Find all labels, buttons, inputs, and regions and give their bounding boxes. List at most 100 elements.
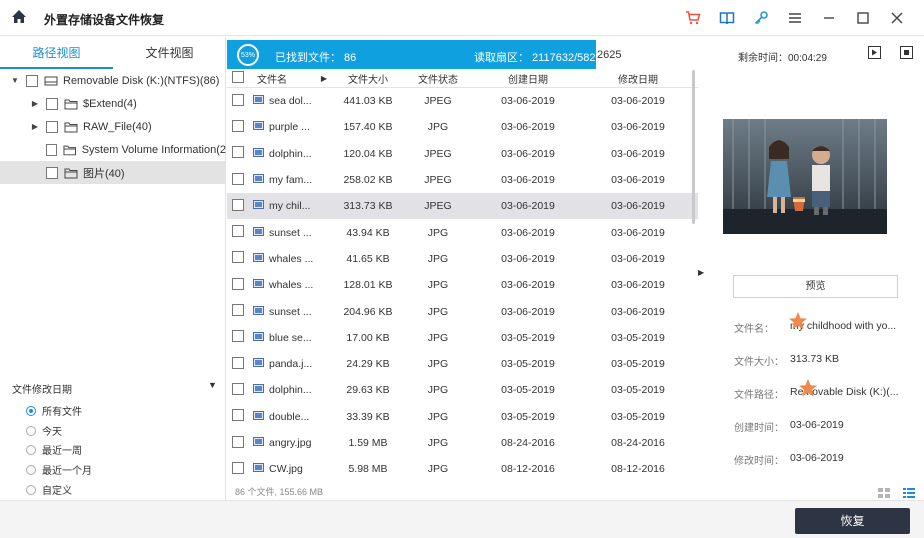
cell-modified: 03-05-2019: [611, 331, 665, 344]
chevron-down-icon[interactable]: ▼: [10, 76, 20, 86]
cell-status: JPG: [427, 463, 449, 476]
row-checkbox[interactable]: [232, 251, 244, 264]
row-checkbox[interactable]: [232, 356, 244, 369]
row-checkbox[interactable]: [232, 225, 244, 238]
cell-created: 03-06-2019: [501, 279, 555, 292]
column-header-name[interactable]: 文件名 ▶: [253, 71, 333, 86]
row-checkbox[interactable]: [232, 277, 244, 290]
tree-item-drive[interactable]: ▼ Removable Disk (K:)(NTFS)(86): [0, 69, 226, 92]
column-header-modified[interactable]: 修改日期: [583, 71, 693, 86]
cell-modified: 03-06-2019: [611, 200, 665, 213]
folder-tree: ▼ Removable Disk (K:)(NTFS)(86) ▶ $Exten…: [0, 69, 226, 184]
row-checkbox[interactable]: [232, 304, 244, 317]
filter-option-month[interactable]: 最近一个月: [26, 462, 92, 477]
row-checkbox[interactable]: [232, 146, 244, 159]
tree-item-raw-file[interactable]: ▶ RAW_File(40): [0, 115, 226, 138]
preview-button[interactable]: 预览: [733, 275, 898, 298]
cell-size: 17.00 KB: [346, 331, 390, 344]
cell-name: CW.jpg: [269, 463, 303, 476]
table-row[interactable]: purple ... 157.40 KB JPG 03-06-2019 03-06-20…: [227, 114, 698, 140]
table-row[interactable]: my chil... 313.73 KB JPEG 03-06-2019 03-06-2…: [227, 193, 698, 220]
filter-option-today[interactable]: 今天: [26, 423, 62, 438]
cell-name: sea dol...: [269, 95, 312, 108]
list-view-icon[interactable]: [903, 488, 915, 498]
scan-progress: 53% 已找到文件： 86 读取扇区： 2117632/5827 2625: [227, 40, 698, 69]
menu-icon[interactable]: [778, 6, 812, 30]
stop-button[interactable]: [900, 46, 913, 59]
minimize-icon[interactable]: [812, 6, 846, 30]
row-checkbox[interactable]: [232, 461, 244, 474]
checkbox[interactable]: [46, 120, 58, 133]
table-row[interactable]: blue se... 17.00 KB JPG 03-05-2019 03-05-201…: [227, 325, 698, 351]
select-all-checkbox[interactable]: [232, 70, 244, 83]
sort-arrow-icon[interactable]: ▶: [321, 74, 327, 83]
checkbox[interactable]: [45, 143, 58, 156]
row-checkbox[interactable]: [232, 93, 244, 106]
radio[interactable]: [26, 425, 36, 436]
cell-size: 43.94 KB: [346, 226, 390, 239]
cell-name: sunset ...: [269, 226, 312, 239]
table-row[interactable]: my fam... 258.02 KB JPEG 03-06-2019 03-06-20…: [227, 167, 698, 193]
row-checkbox[interactable]: [232, 198, 244, 211]
cell-modified: 03-06-2019: [611, 279, 665, 292]
cell-created: 08-12-2016: [501, 463, 555, 476]
table-row[interactable]: double... 33.39 KB JPG 03-05-2019 03-05-2019: [227, 404, 698, 430]
tree-item-extend[interactable]: ▶ $Extend(4): [0, 92, 226, 115]
checkbox[interactable]: [46, 166, 58, 179]
table-row[interactable]: sunset ... 43.94 KB JPG 03-06-2019 03-06-201…: [227, 219, 698, 245]
table-row[interactable]: CW.jpg 5.98 MB JPG 08-12-2016 08-12-2016: [227, 456, 698, 482]
cell-modified: 03-05-2019: [611, 410, 665, 423]
row-checkbox[interactable]: [232, 330, 244, 343]
cart-icon[interactable]: [676, 6, 710, 30]
tree-item-pictures[interactable]: 图片(40): [0, 161, 226, 184]
book-icon[interactable]: [710, 6, 744, 30]
table-row[interactable]: whales ... 41.65 KB JPG 03-06-2019 03-06-201…: [227, 246, 698, 272]
recover-button[interactable]: 恢复: [795, 508, 910, 534]
cell-size: 258.02 KB: [343, 174, 393, 187]
cell-name: sunset ...: [269, 305, 312, 318]
filter-option-custom[interactable]: 自定义: [26, 482, 72, 497]
radio[interactable]: [26, 405, 36, 416]
tree-item-system-volume[interactable]: System Volume Information(2: [0, 138, 226, 161]
table-scrollbar[interactable]: [692, 70, 695, 224]
file-name-label: 文件名：: [734, 324, 774, 335]
tab-path-view[interactable]: 路径视图: [0, 37, 113, 69]
checkbox[interactable]: [46, 97, 58, 110]
title-bar: 外置存储设备文件恢复: [0, 0, 924, 36]
play-button[interactable]: [868, 46, 881, 59]
column-header-size[interactable]: 文件大小: [333, 71, 403, 86]
chevron-down-icon[interactable]: ▼: [208, 380, 217, 390]
close-icon[interactable]: [880, 6, 914, 30]
row-checkbox[interactable]: [232, 409, 244, 422]
chevron-right-icon[interactable]: ▶: [30, 122, 40, 132]
filter-option-week[interactable]: 最近一周: [26, 442, 82, 457]
row-checkbox[interactable]: [232, 435, 244, 448]
home-icon[interactable]: [10, 8, 28, 26]
radio[interactable]: [26, 464, 36, 475]
image-file-icon: [253, 121, 264, 131]
chevron-right-icon[interactable]: ▶: [30, 99, 40, 109]
column-header-status[interactable]: 文件状态: [403, 71, 473, 86]
radio[interactable]: [26, 444, 36, 455]
table-row[interactable]: dolphin... 29.63 KB JPG 03-05-2019 03-05-201…: [227, 377, 698, 403]
table-row[interactable]: whales ... 128.01 KB JPG 03-06-2019 03-06-20…: [227, 272, 698, 298]
cell-created: 03-05-2019: [501, 410, 555, 423]
tab-file-view[interactable]: 文件视图: [113, 37, 226, 69]
sector-readout-tail: 2625: [597, 49, 622, 61]
table-row[interactable]: angry.jpg 1.59 MB JPG 08-24-2016 08-24-2016: [227, 430, 698, 456]
radio[interactable]: [26, 484, 36, 495]
table-row[interactable]: panda.j... 24.29 KB JPG 03-05-2019 03-05-201…: [227, 351, 698, 377]
column-header-created[interactable]: 创建日期: [473, 71, 583, 86]
filter-option-all[interactable]: 所有文件: [26, 403, 82, 418]
table-row[interactable]: dolphin... 120.04 KB JPEG 03-06-2019 03-06-2…: [227, 141, 698, 167]
cell-status: JPEG: [424, 147, 452, 160]
row-checkbox[interactable]: [232, 172, 244, 185]
checkbox[interactable]: [26, 74, 38, 87]
grid-view-icon[interactable]: [878, 488, 890, 498]
table-row[interactable]: sunset ... 204.96 KB JPG 03-06-2019 03-06-20…: [227, 298, 698, 324]
table-row[interactable]: sea dol... 441.03 KB JPEG 03-06-2019 03-06-2…: [227, 88, 698, 114]
row-checkbox[interactable]: [232, 119, 244, 132]
key-icon[interactable]: [744, 6, 778, 30]
row-checkbox[interactable]: [232, 382, 244, 395]
maximize-icon[interactable]: [846, 6, 880, 30]
